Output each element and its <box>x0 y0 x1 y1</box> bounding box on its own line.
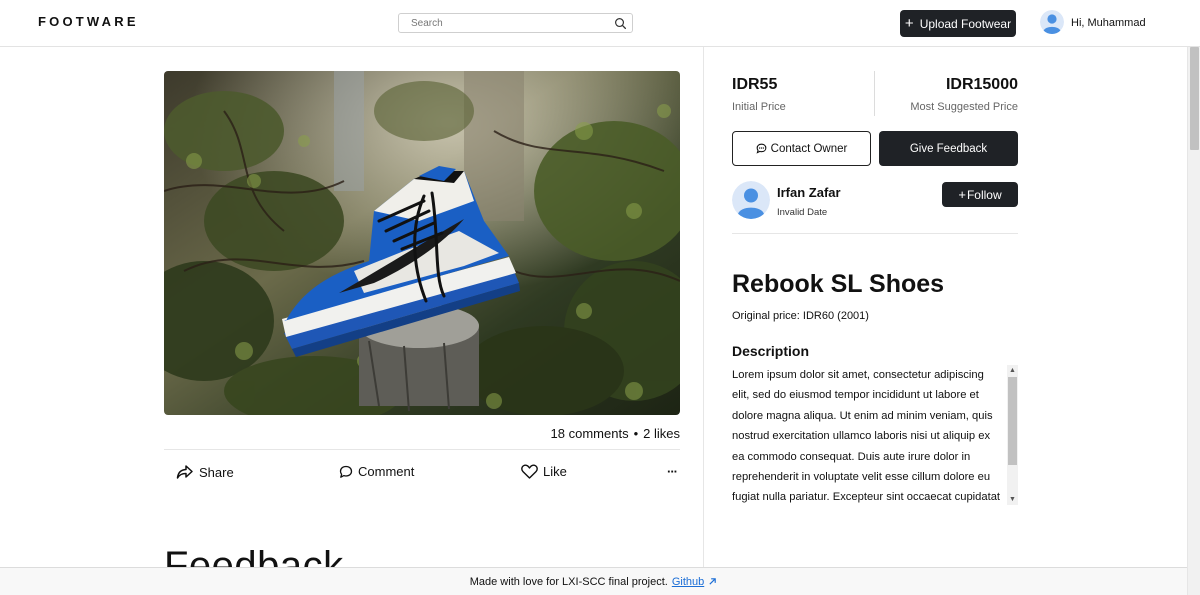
description-scroll-thumb[interactable] <box>1008 377 1017 465</box>
more-options-icon: ··· <box>667 464 678 479</box>
product-image <box>164 71 680 415</box>
footer-text: Made with love for LXI-SCC final project… <box>469 575 668 588</box>
follow-button[interactable]: + Follow <box>942 182 1018 207</box>
search-input[interactable] <box>411 16 606 31</box>
description-box[interactable]: Lorem ipsum dolor sit amet, consectetur … <box>732 365 1018 505</box>
heart-icon <box>521 464 538 479</box>
github-link-label: Github <box>671 575 705 588</box>
share-button[interactable]: Share <box>176 464 234 480</box>
comment-button[interactable]: Comment <box>339 464 414 479</box>
comment-icon <box>339 465 353 478</box>
user-avatar-icon <box>1040 10 1064 34</box>
initial-price-label: Initial Price <box>732 101 786 113</box>
contact-owner-button[interactable]: Contact Owner <box>732 131 871 166</box>
search-icon[interactable] <box>614 17 627 30</box>
comment-label: Comment <box>358 464 415 479</box>
price-divider <box>874 71 875 116</box>
sneaker-photo <box>164 71 680 415</box>
original-price: Original price: IDR60 (2001) <box>732 310 869 322</box>
brand-logo[interactable]: FOOTWARE <box>38 14 139 29</box>
owner-post-date: Invalid Date <box>777 207 828 218</box>
plus-icon: + <box>904 15 914 32</box>
suggested-price-label: Most Suggested Price <box>910 101 1018 113</box>
original-price-value: IDR60 (2001) <box>802 310 869 322</box>
github-link[interactable]: Github <box>672 576 704 588</box>
comments-count[interactable]: 18 comments <box>551 426 629 441</box>
user-greeting[interactable]: Hi, Muhammad <box>1071 17 1146 29</box>
more-options-button[interactable]: ··· <box>667 464 678 479</box>
external-link-icon[interactable] <box>708 577 717 586</box>
share-label: Share <box>199 464 234 480</box>
upload-footwear-label: Upload Footwear <box>919 16 1012 31</box>
footer-bar: Made with love for LXI-SCC final project… <box>0 567 1187 595</box>
search-box[interactable] <box>398 13 633 33</box>
description-text: Lorem ipsum dolor sit amet, consectetur … <box>732 369 1001 504</box>
column-divider <box>703 47 704 595</box>
owner-name[interactable]: Irfan Zafar <box>777 185 841 200</box>
upload-footwear-button[interactable]: + Upload Footwear <box>900 10 1016 37</box>
owner-divider <box>732 233 1018 234</box>
contact-owner-label: Contact Owner <box>770 142 848 155</box>
owner-avatar-icon <box>732 181 770 219</box>
scroll-down-arrow-icon[interactable]: ▼ <box>1007 494 1018 505</box>
description-scrollbar[interactable]: ▲ ▼ <box>1007 365 1018 505</box>
chat-icon <box>756 143 767 154</box>
page-scroll-thumb[interactable] <box>1190 47 1199 150</box>
engagement-counts: 18 comments • 2 likes <box>420 426 680 441</box>
actions-divider <box>164 449 680 450</box>
top-navbar: FOOTWARE + Upload Footwear Hi, Muhammad <box>0 0 1200 47</box>
likes-count[interactable]: 2 likes <box>643 426 680 441</box>
give-feedback-label: Give Feedback <box>909 142 988 155</box>
like-button[interactable]: Like <box>521 464 567 479</box>
user-avatar[interactable] <box>1040 10 1064 34</box>
product-title: Rebook SL Shoes <box>732 270 945 298</box>
page-scrollbar[interactable] <box>1187 47 1200 595</box>
original-price-label: Original price: <box>732 310 800 322</box>
initial-price-value: IDR55 <box>732 76 778 93</box>
description-heading: Description <box>732 343 810 359</box>
give-feedback-button[interactable]: Give Feedback <box>879 131 1018 166</box>
suggested-price-value: IDR15000 <box>945 76 1018 93</box>
follow-label: Follow <box>966 187 1002 202</box>
owner-avatar[interactable] <box>732 181 770 219</box>
scroll-up-arrow-icon[interactable]: ▲ <box>1007 365 1018 376</box>
plus-icon: + <box>958 187 966 202</box>
share-icon <box>176 465 193 479</box>
like-label: Like <box>543 464 567 479</box>
separator-dot: • <box>633 426 639 441</box>
